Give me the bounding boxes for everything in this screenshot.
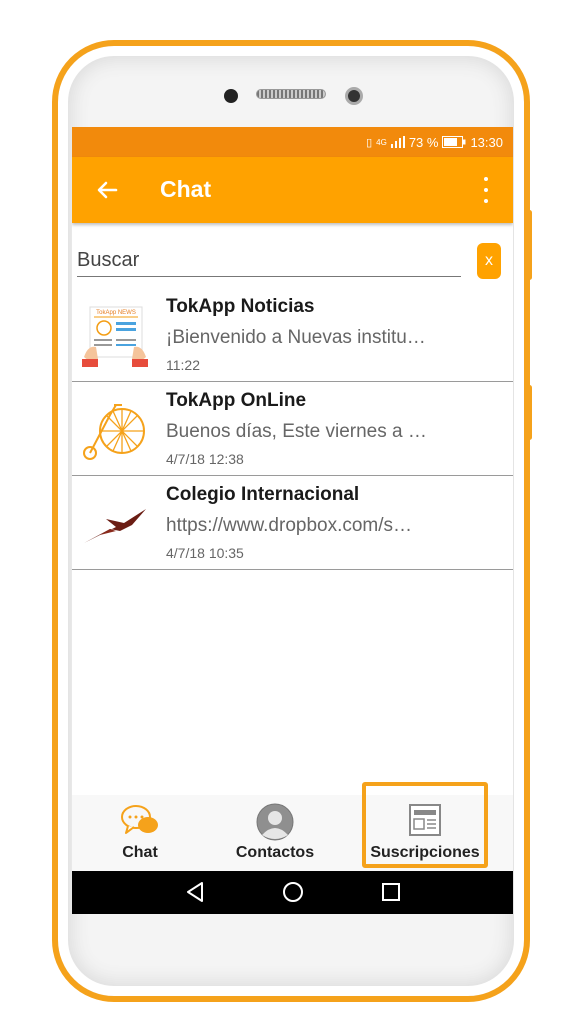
clear-search-button[interactable]: x xyxy=(477,243,501,279)
newspaper-icon: TokApp NEWS xyxy=(80,301,150,371)
app-title: Chat xyxy=(160,176,212,202)
signal-icon xyxy=(390,136,405,148)
swallow-icon xyxy=(80,489,150,559)
network-label: 4G xyxy=(376,137,387,147)
battery-percent: 73 % xyxy=(408,134,439,150)
chat-name: TokApp OnLine xyxy=(166,390,307,411)
chat-preview: Buenos días, Este viernes a … xyxy=(166,421,427,442)
clock: 13:30 xyxy=(470,134,503,150)
chat-time: 4/7/18 12:38 xyxy=(166,451,244,467)
chat-name: TokApp Noticias xyxy=(166,296,315,317)
chat-list-item[interactable]: TokApp OnLine Buenos días, Este viernes … xyxy=(72,381,513,476)
vibrate-icon: ▯ xyxy=(366,136,373,149)
contact-icon xyxy=(256,803,294,841)
recents-square-icon[interactable] xyxy=(376,877,406,907)
chat-name: Colegio Internacional xyxy=(166,484,360,505)
chat-preview: ¡Bienvenido a Nuevas institu… xyxy=(166,327,426,348)
back-triangle-icon[interactable] xyxy=(180,877,210,907)
chat-bubbles-icon xyxy=(121,805,158,834)
tab-chat-label: Chat xyxy=(122,844,158,861)
newspaper-icon-text: TokApp NEWS xyxy=(96,310,136,316)
volume-button xyxy=(527,210,532,280)
tab-contactos[interactable]: Contactos xyxy=(208,795,342,871)
bicycle-icon xyxy=(80,395,150,465)
search-input[interactable] xyxy=(77,240,461,276)
search-field xyxy=(77,240,461,277)
more-options-icon[interactable] xyxy=(473,177,499,203)
earpiece-speaker xyxy=(256,89,326,99)
chat-list-item[interactable]: Colegio Internacional https://www.dropbo… xyxy=(72,475,513,570)
back-arrow-icon[interactable] xyxy=(90,173,124,207)
highlight-frame xyxy=(362,782,488,868)
chat-time: 11:22 xyxy=(166,357,200,373)
bottom-navigation: Chat Contactos Suscripciones xyxy=(72,782,513,871)
app-bar: Chat xyxy=(72,157,513,223)
system-navigation-bar xyxy=(72,871,513,914)
phone-screen: ▯ 4G 73 % 13:30 Chat x To xyxy=(72,127,513,914)
sensor xyxy=(224,89,238,103)
chat-list-item[interactable]: TokApp NEWS TokApp Noticias ¡Bienvenido … xyxy=(72,287,513,382)
chat-preview: https://www.dropbox.com/s… xyxy=(166,515,413,536)
front-camera xyxy=(345,87,363,105)
status-bar: ▯ 4G 73 % 13:30 xyxy=(72,127,513,157)
tab-contactos-label: Contactos xyxy=(235,844,315,861)
home-circle-icon[interactable] xyxy=(278,877,308,907)
power-button xyxy=(527,385,532,440)
tab-chat[interactable]: Chat xyxy=(72,795,208,871)
chat-time: 4/7/18 10:35 xyxy=(166,545,244,561)
battery-icon xyxy=(442,136,466,148)
